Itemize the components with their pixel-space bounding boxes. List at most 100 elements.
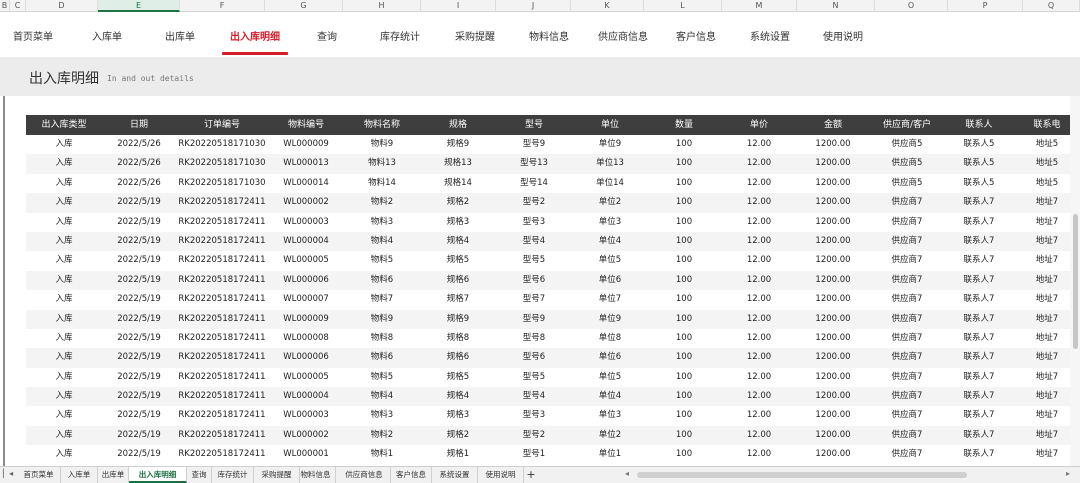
table-cell[interactable]: 规格2	[420, 193, 496, 212]
table-cell[interactable]: RK20220518172411	[176, 387, 268, 406]
column-letter-q[interactable]: Q	[1023, 0, 1080, 12]
table-cell[interactable]: 物料9	[344, 310, 420, 329]
table-cell[interactable]: 入库	[26, 426, 102, 445]
table-cell[interactable]: 入库	[26, 329, 102, 348]
table-cell[interactable]: 100	[648, 406, 720, 425]
table-cell[interactable]: 型号13	[496, 154, 572, 173]
table-cell[interactable]: WL000009	[268, 310, 344, 329]
table-cell[interactable]: 2022/5/19	[102, 271, 176, 290]
table-cell[interactable]: 2022/5/19	[102, 406, 176, 425]
table-cell[interactable]: 单位4	[572, 232, 648, 251]
nav-item-8[interactable]: 物料信息	[518, 12, 580, 57]
tab-scroll-left-icon[interactable]: ▏◂	[3, 469, 13, 478]
sheet-tab-12[interactable]: 使用说明	[478, 467, 524, 483]
table-cell[interactable]: 12.00	[722, 174, 796, 193]
table-cell[interactable]: 物料9	[344, 135, 420, 154]
table-cell[interactable]: 2022/5/19	[102, 251, 176, 270]
table-cell[interactable]: 型号6	[496, 348, 572, 367]
table-cell[interactable]: 单位2	[572, 426, 648, 445]
sheet-tab-4[interactable]: 出入库明细	[129, 467, 187, 483]
table-cell[interactable]: 12.00	[722, 290, 796, 309]
table-cell[interactable]: 供应商7	[870, 251, 944, 270]
table-cell[interactable]: 供应商7	[870, 213, 944, 232]
sheet-tab-2[interactable]: 入库单	[61, 467, 98, 483]
table-cell[interactable]: 型号14	[496, 174, 572, 193]
table-cell[interactable]: 单位9	[572, 135, 648, 154]
table-cell[interactable]: 型号5	[496, 251, 572, 270]
table-cell[interactable]: 12.00	[722, 154, 796, 173]
table-cell[interactable]: 2022/5/26	[102, 154, 176, 173]
table-cell[interactable]: 单位6	[572, 348, 648, 367]
table-cell[interactable]: 2022/5/19	[102, 329, 176, 348]
column-header[interactable]: 日期	[102, 115, 176, 135]
nav-item-4[interactable]: 出入库明细	[222, 12, 288, 57]
table-cell[interactable]: 联系人5	[944, 154, 1014, 173]
column-header[interactable]: 物料名称	[344, 115, 420, 135]
scroll-left-icon[interactable]: ◂	[625, 469, 629, 478]
table-cell[interactable]: 入库	[26, 271, 102, 290]
table-cell[interactable]: 1200.00	[796, 213, 870, 232]
table-cell[interactable]: RK20220518172411	[176, 310, 268, 329]
table-cell[interactable]: 12.00	[722, 348, 796, 367]
table-cell[interactable]: WL000002	[268, 193, 344, 212]
table-cell[interactable]: 单位3	[572, 406, 648, 425]
table-cell[interactable]: WL000005	[268, 368, 344, 387]
table-cell[interactable]: 100	[648, 232, 720, 251]
table-cell[interactable]: 2022/5/19	[102, 368, 176, 387]
table-cell[interactable]: 供应商7	[870, 290, 944, 309]
table-cell[interactable]: 联系人5	[944, 135, 1014, 154]
table-cell[interactable]: 规格5	[420, 368, 496, 387]
table-cell[interactable]: 单位6	[572, 271, 648, 290]
table-cell[interactable]: 物料6	[344, 271, 420, 290]
column-letter-m[interactable]: M	[722, 0, 797, 12]
table-cell[interactable]: 型号9	[496, 135, 572, 154]
table-cell[interactable]: 入库	[26, 174, 102, 193]
table-cell[interactable]: 供应商7	[870, 387, 944, 406]
table-cell[interactable]: 供应商7	[870, 348, 944, 367]
column-letter-f[interactable]: F	[180, 0, 265, 12]
table-cell[interactable]: 单位8	[572, 329, 648, 348]
column-letter-l[interactable]: L	[644, 0, 722, 12]
table-cell[interactable]: 供应商7	[870, 271, 944, 290]
table-cell[interactable]: 规格14	[420, 174, 496, 193]
table-cell[interactable]: 规格9	[420, 135, 496, 154]
table-cell[interactable]: 供应商7	[870, 310, 944, 329]
table-cell[interactable]: 物料8	[344, 329, 420, 348]
table-cell[interactable]: 入库	[26, 135, 102, 154]
table-cell[interactable]: 1200.00	[796, 368, 870, 387]
table-cell[interactable]: 100	[648, 174, 720, 193]
table-cell[interactable]: 物料2	[344, 193, 420, 212]
nav-item-1[interactable]: 首页菜单	[4, 12, 62, 57]
table-cell[interactable]: 供应商7	[870, 193, 944, 212]
nav-item-5[interactable]: 查询	[304, 12, 350, 57]
table-cell[interactable]: 物料14	[344, 174, 420, 193]
table-cell[interactable]: 入库	[26, 154, 102, 173]
table-cell[interactable]: 1200.00	[796, 271, 870, 290]
table-cell[interactable]: 单位7	[572, 290, 648, 309]
table-cell[interactable]: 规格3	[420, 406, 496, 425]
column-letter-c[interactable]: C	[10, 0, 26, 12]
table-cell[interactable]: 入库	[26, 445, 102, 464]
sheet-tab-11[interactable]: 系统设置	[432, 467, 478, 483]
table-cell[interactable]: 联系人7	[944, 310, 1014, 329]
horizontal-scroll-thumb[interactable]	[637, 472, 967, 478]
sheet-tab-10[interactable]: 客户信息	[391, 467, 432, 483]
table-cell[interactable]: 1200.00	[796, 251, 870, 270]
table-cell[interactable]: 100	[648, 271, 720, 290]
column-header[interactable]: 供应商/客户	[870, 115, 944, 135]
table-cell[interactable]: 1200.00	[796, 387, 870, 406]
table-cell[interactable]: 1200.00	[796, 154, 870, 173]
column-letter-p[interactable]: P	[948, 0, 1023, 12]
table-cell[interactable]: 100	[648, 135, 720, 154]
table-cell[interactable]: 2022/5/19	[102, 445, 176, 464]
table-cell[interactable]: 规格8	[420, 329, 496, 348]
table-cell[interactable]: 入库	[26, 251, 102, 270]
column-letter-h[interactable]: H	[343, 0, 421, 12]
table-cell[interactable]: 1200.00	[796, 348, 870, 367]
table-cell[interactable]: 12.00	[722, 213, 796, 232]
table-cell[interactable]: 供应商7	[870, 406, 944, 425]
table-cell[interactable]: 单位3	[572, 213, 648, 232]
sheet-tab-3[interactable]: 出库单	[98, 467, 129, 483]
table-cell[interactable]: 单位4	[572, 387, 648, 406]
table-cell[interactable]: 供应商7	[870, 445, 944, 464]
